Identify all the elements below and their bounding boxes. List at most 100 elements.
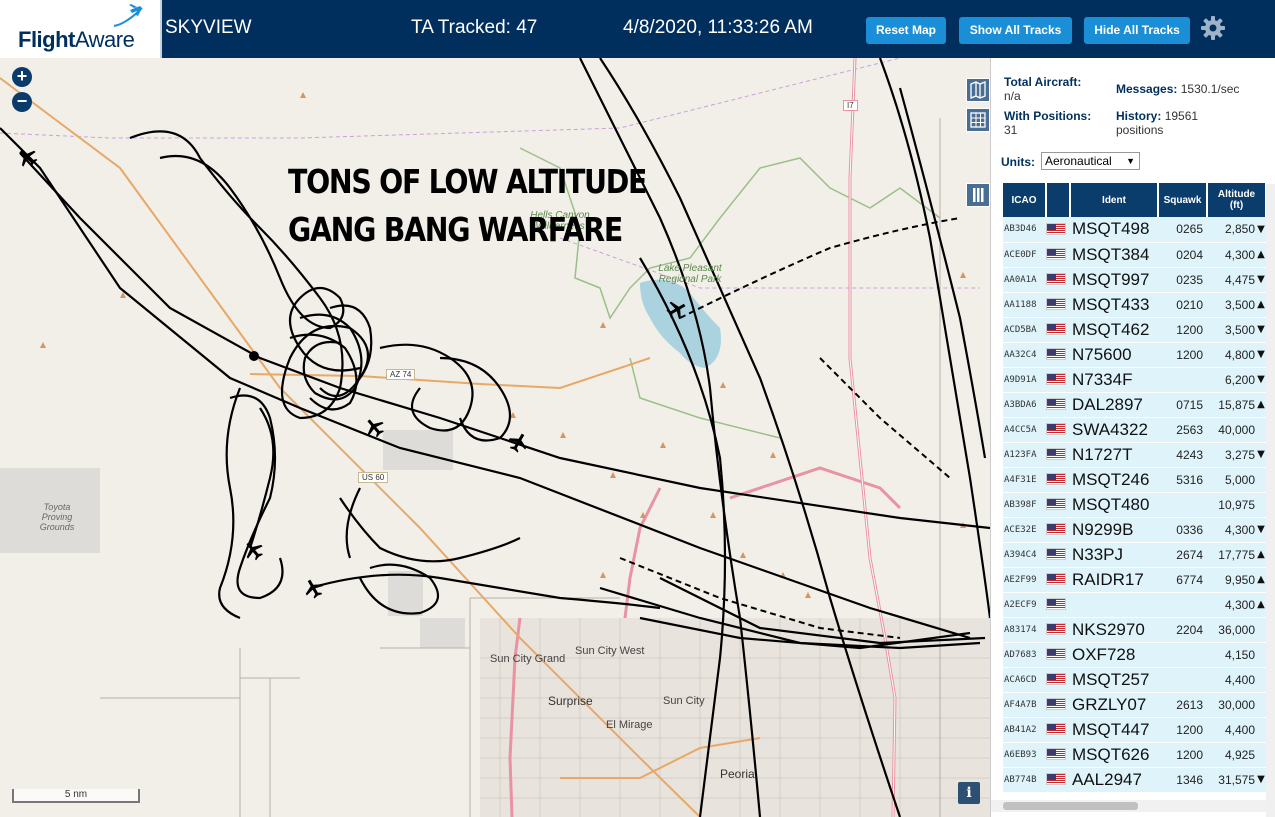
icao-cell: AB41A2 (1003, 717, 1046, 743)
us-flag-icon (1046, 223, 1066, 236)
table-row[interactable]: A4CC5A SWA4322 2563 40,000 (1003, 417, 1266, 443)
info-button[interactable]: i (958, 782, 980, 804)
flag-cell (1046, 442, 1070, 468)
altitude-cell: 4,150 (1207, 642, 1256, 668)
flightaware-logo[interactable]: FlightAware (0, 0, 162, 58)
altitude-cell: 3,500 (1207, 317, 1256, 343)
ident-cell: DAL2897 (1070, 392, 1158, 418)
zoom-out-button[interactable]: − (12, 92, 32, 112)
units-select[interactable]: Aeronautical (1041, 152, 1140, 170)
toyota-label: Toyota Proving Grounds (39, 502, 75, 532)
squawk-cell: 0265 (1158, 217, 1207, 243)
ident-cell: MSQT447 (1070, 717, 1158, 743)
table-row[interactable]: ACA6CD MSQT257 4,400 (1003, 667, 1266, 693)
map-layers-button[interactable] (966, 78, 990, 102)
us-flag-icon (1046, 348, 1066, 361)
table-row[interactable]: A4F31E MSQT246 5316 5,000 (1003, 467, 1266, 493)
col-icao[interactable]: ICAO (1003, 183, 1047, 217)
table-row[interactable]: AB3D46 MSQT498 0265 2,850 ▼ (1003, 217, 1266, 243)
flag-cell (1046, 317, 1070, 343)
vertical-scrollbar[interactable] (1266, 184, 1275, 817)
ident-cell: N9299B (1070, 517, 1158, 543)
ident-cell: OXF728 (1070, 642, 1158, 668)
altitude-trend-icon (1256, 667, 1266, 693)
col-squawk[interactable]: Squawk (1158, 183, 1208, 217)
zoom-in-button[interactable]: + (12, 67, 32, 87)
icao-cell: ACE0DF (1003, 242, 1046, 268)
squawk-cell (1158, 667, 1207, 693)
az74-shield: AZ 74 (386, 369, 416, 380)
ident-cell: N75600 (1070, 342, 1158, 368)
ident-cell: NKS2970 (1070, 617, 1158, 643)
us-flag-icon (1046, 423, 1066, 436)
altitude-cell: 2,850 (1207, 217, 1256, 243)
squawk-cell: 1200 (1158, 742, 1207, 768)
table-row[interactable]: A394C4 N33PJ 2674 17,775 ▲ (1003, 542, 1266, 568)
table-row[interactable]: AB41A2 MSQT447 1200 4,400 (1003, 717, 1266, 743)
reset-map-button[interactable]: Reset Map (866, 17, 946, 44)
us-flag-icon (1046, 298, 1066, 311)
altitude-trend-icon: ▼ (1256, 317, 1266, 343)
table-row[interactable]: AA1188 MSQT433 0210 3,500 ▲ (1003, 292, 1266, 318)
table-row[interactable]: ACE0DF MSQT384 0204 4,300 ▲ (1003, 242, 1266, 268)
horizontal-scrollbar[interactable] (991, 800, 1267, 812)
flag-cell (1046, 742, 1070, 768)
sun-city-grand-label: Sun City Grand (490, 653, 566, 665)
altitude-trend-icon: ▲ (1256, 242, 1266, 268)
grid-icon (970, 112, 986, 128)
squawk-cell: 4243 (1158, 442, 1207, 468)
table-row[interactable]: AB774B AAL2947 1346 31,575 ▼ (1003, 767, 1266, 793)
gear-icon[interactable] (1200, 15, 1226, 41)
icao-cell: A394C4 (1003, 542, 1046, 568)
ident-cell: MSQT246 (1070, 467, 1158, 493)
us-flag-icon (1046, 273, 1066, 286)
datetime-display: 4/8/2020, 11:33:26 AM (623, 17, 813, 38)
ident-cell: MSQT997 (1070, 267, 1158, 293)
history-stat: History: 19561 positions (1116, 109, 1199, 137)
us-flag-icon (1046, 248, 1066, 261)
table-row[interactable]: AE2F99 RAIDR17 6774 9,950 ▲ (1003, 567, 1266, 593)
table-row[interactable]: A2ECF9 4,300 ▲ (1003, 592, 1266, 618)
col-flag[interactable] (1046, 183, 1071, 217)
altitude-trend-icon: ▲ (1256, 592, 1266, 618)
table-row[interactable]: AA0A1A MSQT997 0235 4,475 ▼ (1003, 267, 1266, 293)
altitude-trend-icon (1256, 467, 1266, 493)
flag-cell (1046, 542, 1070, 568)
altitude-cell: 36,000 (1207, 617, 1256, 643)
squawk-cell (1158, 642, 1207, 668)
us-flag-icon (1046, 623, 1066, 636)
icao-cell: A9D91A (1003, 367, 1046, 393)
total-aircraft-stat: Total Aircraft: n/a (1004, 75, 1082, 103)
sun-city-west-label: Sun City West (575, 645, 645, 657)
col-ident[interactable]: Ident (1070, 183, 1159, 217)
table-row[interactable]: ACD5BA MSQT462 1200 3,500 ▼ (1003, 317, 1266, 343)
table-row[interactable]: ACE32E N9299B 0336 4,300 ▼ (1003, 517, 1266, 543)
table-row[interactable]: A123FA N1727T 4243 3,275 ▼ (1003, 442, 1266, 468)
flag-cell (1046, 692, 1070, 718)
altitude-trend-icon: ▲ (1256, 542, 1266, 568)
flag-cell (1046, 492, 1070, 518)
altitude-cell: 4,300 (1207, 592, 1256, 618)
hide-all-tracks-button[interactable]: Hide All Tracks (1084, 17, 1190, 44)
grid-toggle-button[interactable] (966, 108, 990, 132)
squawk-cell: 0715 (1158, 392, 1207, 418)
show-all-tracks-button[interactable]: Show All Tracks (959, 17, 1072, 44)
table-row[interactable]: A3BDA6 DAL2897 0715 15,875 ▲ (1003, 392, 1266, 418)
table-row[interactable]: AA32C4 N75600 1200 4,800 ▼ (1003, 342, 1266, 368)
table-row[interactable]: AF4A7B GRZLY07 2613 30,000 (1003, 692, 1266, 718)
table-row[interactable]: AB398F MSQT480 10,975 (1003, 492, 1266, 518)
col-altitude[interactable]: Altitude (ft) (1207, 183, 1267, 217)
map-view[interactable]: AZ 74 US 60 I7 Toyota Proving Grounds La… (0, 58, 990, 817)
ident-cell: MSQT480 (1070, 492, 1158, 518)
peoria-label: Peoria (720, 767, 755, 781)
table-row[interactable]: A6EB93 MSQT626 1200 4,925 (1003, 742, 1266, 768)
us-flag-icon (1046, 698, 1066, 711)
squawk-cell: 0210 (1158, 292, 1207, 318)
table-row[interactable]: A9D91A N7334F 6,200 ▼ (1003, 367, 1266, 393)
flag-cell (1046, 217, 1070, 243)
ident-cell: MSQT433 (1070, 292, 1158, 318)
table-row[interactable]: A83174 NKS2970 2204 36,000 (1003, 617, 1266, 643)
squawk-cell: 0204 (1158, 242, 1207, 268)
table-row[interactable]: AD7683 OXF728 4,150 (1003, 642, 1266, 668)
columns-toggle-button[interactable] (966, 183, 990, 207)
